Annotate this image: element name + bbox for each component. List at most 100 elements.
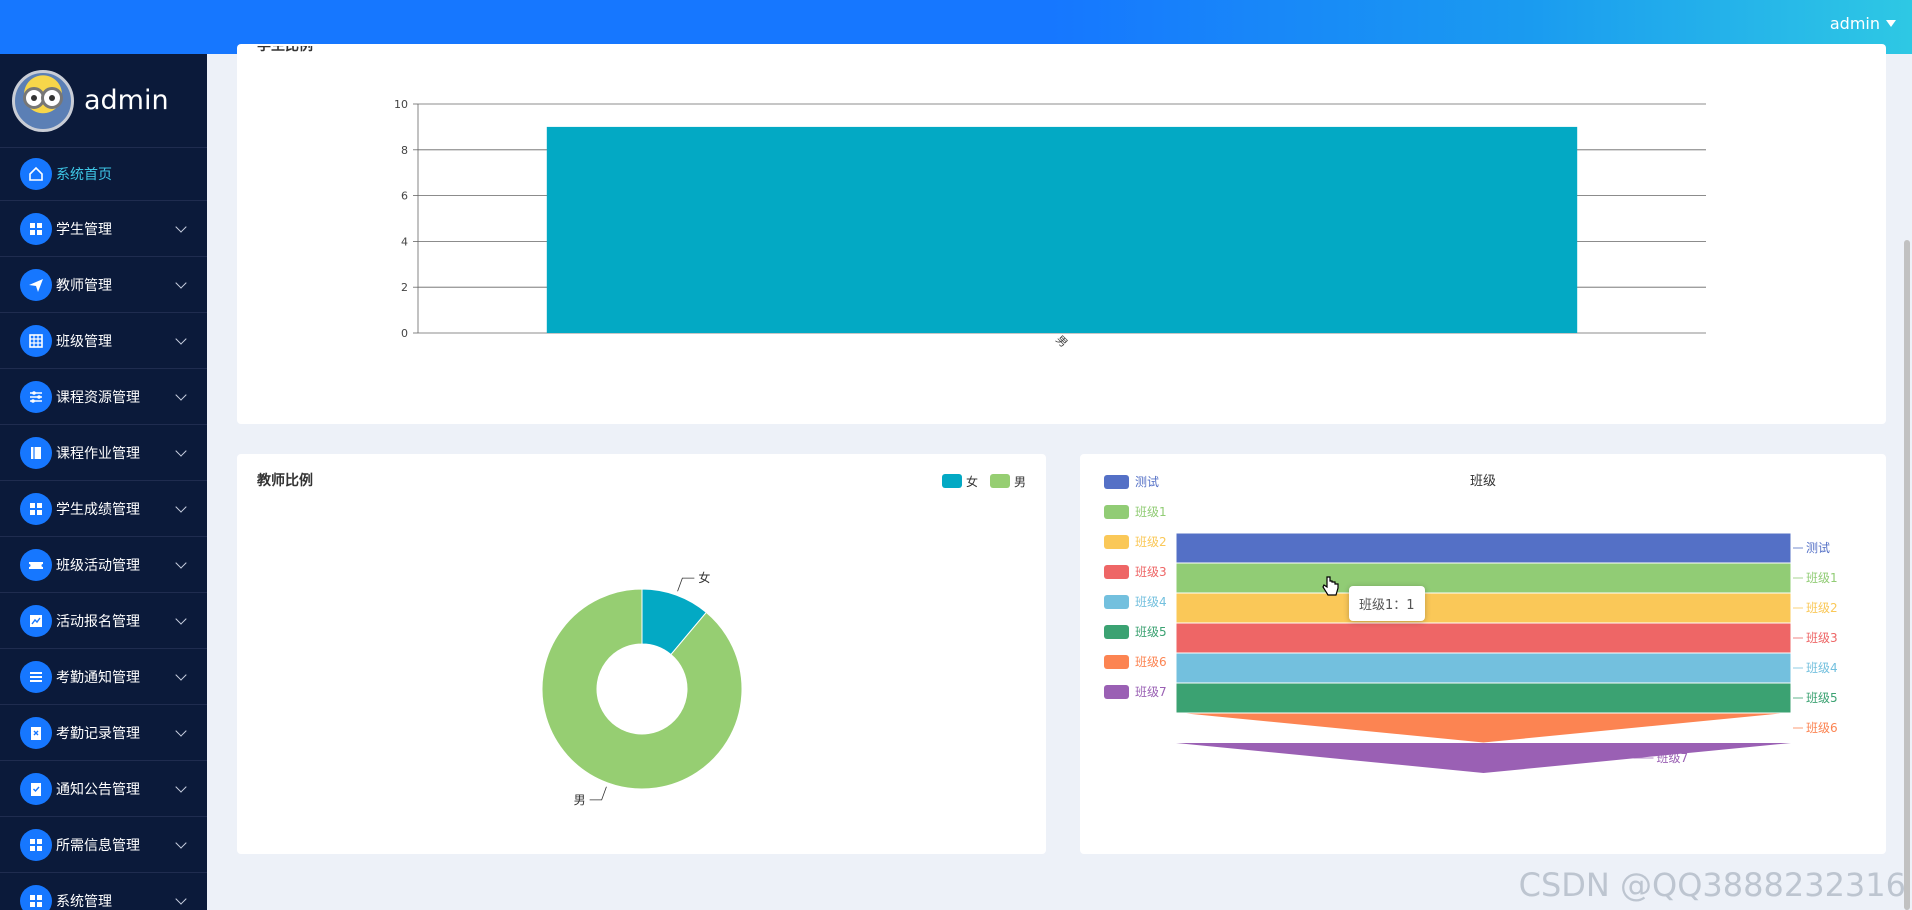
legend-swatch [942, 474, 962, 488]
legend-label: 班级1 [1135, 505, 1167, 519]
profile: admin [0, 54, 207, 148]
admin-name: admin [84, 85, 169, 116]
sidebar-item-6[interactable]: 学生成绩管理 [0, 481, 207, 537]
legend-swatch [1104, 535, 1129, 549]
funnel-label: 班级1 [1806, 571, 1838, 585]
sidebar-item-12[interactable]: 所需信息管理 [0, 817, 207, 873]
y-tick-label: 6 [401, 190, 408, 203]
sidebar-item-label: 课程作业管理 [56, 445, 140, 462]
y-tick-label: 10 [394, 98, 408, 111]
table-icon [20, 324, 52, 357]
user-menu[interactable]: admin [1830, 14, 1896, 33]
sidebar-item-3[interactable]: 班级管理 [0, 313, 207, 369]
legend-swatch [1104, 685, 1129, 699]
student-bar-chart: 0 2 4 6 8 10 男 [394, 98, 1706, 350]
bar [546, 126, 1578, 334]
chevron-down-icon [175, 669, 187, 681]
sidebar-item-label: 教师管理 [56, 277, 112, 294]
legend-swatch [990, 474, 1010, 488]
funnel-stage [1175, 592, 1792, 624]
legend-swatch [1104, 595, 1129, 609]
sidebar-item-label: 课程资源管理 [56, 389, 140, 406]
page-scrollbar[interactable] [1902, 54, 1912, 910]
list-icon [20, 660, 52, 693]
chevron-down-icon [175, 837, 187, 849]
legend-label: 班级5 [1135, 625, 1167, 639]
slice-label: 男 [574, 793, 586, 807]
funnel-stage [1175, 682, 1792, 714]
funnel-stage [1176, 743, 1791, 773]
chart-tooltip: 班级1：1 [1349, 586, 1425, 621]
sidebar-item-2[interactable]: 教师管理 [0, 257, 207, 313]
chevron-down-icon [175, 781, 187, 793]
sliders-icon [20, 380, 52, 413]
sidebar-item-5[interactable]: 课程作业管理 [0, 425, 207, 481]
label-line [589, 786, 607, 801]
sidebar-item-4[interactable]: 课程资源管理 [0, 369, 207, 425]
funnel-label: 班级7 [1657, 751, 1689, 765]
student-ratio-card: 学生比例 0 2 4 6 8 10 男 [237, 44, 1886, 424]
book-icon [20, 436, 52, 469]
funnel-label: 班级4 [1806, 661, 1838, 675]
sidebar-item-11[interactable]: 通知公告管理 [0, 761, 207, 817]
sidebar-item-label: 学生管理 [56, 221, 112, 238]
legend-label: 男 [1014, 475, 1026, 489]
chevron-down-icon [175, 893, 187, 905]
user-menu-label: admin [1829, 14, 1880, 33]
sidebar-item-label: 考勤记录管理 [56, 725, 140, 742]
chevron-down-icon [175, 557, 187, 569]
sidebar-item-label: 活动报名管理 [56, 613, 140, 630]
funnel-stage [1175, 712, 1792, 744]
funnel-label: 班级5 [1806, 691, 1838, 705]
sidebar-item-label: 学生成绩管理 [56, 501, 140, 518]
caret-down-icon [1886, 20, 1896, 27]
chevron-down-icon [175, 389, 187, 401]
chevron-down-icon [175, 333, 187, 345]
legend-swatch [1104, 625, 1129, 639]
watermark: CSDN @QQ3888232316 [1518, 866, 1906, 904]
funnel-label: 班级2 [1806, 601, 1838, 615]
sidebar-item-label: 通知公告管理 [56, 781, 140, 798]
legend-swatch [1104, 655, 1129, 669]
legend-label: 班级2 [1135, 535, 1167, 549]
legend-label: 班级7 [1135, 685, 1167, 699]
sidebar-item-label: 班级活动管理 [56, 557, 140, 574]
chevron-down-icon [175, 501, 187, 513]
teacher-pie-chart: 女男女男 [541, 474, 1026, 807]
legend-swatch [1104, 505, 1129, 519]
slice-label: 女 [698, 570, 710, 585]
funnel-label: 班级3 [1806, 631, 1838, 645]
y-tick-label: 2 [401, 281, 408, 294]
legend-swatch [1104, 475, 1129, 489]
funnel-stage [1175, 652, 1792, 684]
sidebar-item-7[interactable]: 班级活动管理 [0, 537, 207, 593]
x-tick-label: 男 [1053, 333, 1070, 350]
label-line [677, 577, 695, 592]
hand-cursor-icon [1322, 576, 1339, 596]
sidebar-item-0[interactable]: 系统首页 [0, 148, 207, 201]
sidebar-item-label: 系统管理 [56, 893, 112, 910]
legend-swatch [1104, 565, 1129, 579]
legend-label: 班级3 [1135, 565, 1167, 579]
clipboard-check-icon [20, 772, 52, 805]
grid-icon [20, 492, 52, 525]
chevron-down-icon [175, 445, 187, 457]
sidebar-item-8[interactable]: 活动报名管理 [0, 593, 207, 649]
sidebar-item-label: 所需信息管理 [56, 837, 140, 854]
grid-icon [20, 212, 52, 245]
y-tick-label: 0 [401, 327, 408, 340]
sidebar-item-9[interactable]: 考勤通知管理 [0, 649, 207, 705]
sidebar-item-label: 班级管理 [56, 333, 112, 350]
sidebar-item-1[interactable]: 学生管理 [0, 201, 207, 257]
funnel-label: 班级6 [1806, 721, 1838, 735]
grid-icon [20, 828, 52, 861]
chevron-down-icon [175, 725, 187, 737]
funnel-title: 班级 [1470, 474, 1496, 489]
teacher-ratio-card: 教师比例 女男女男 [237, 454, 1046, 854]
sidebar: admin 系统首页学生管理教师管理班级管理课程资源管理 课程作业管理 学生成绩管理… [0, 54, 207, 910]
chart-icon [20, 604, 52, 637]
funnel-label: 测试 [1806, 540, 1830, 555]
scrollbar-thumb[interactable] [1904, 240, 1910, 910]
sidebar-item-10[interactable]: 考勤记录管理 [0, 705, 207, 761]
sidebar-item-13[interactable]: 系统管理 [0, 873, 207, 910]
